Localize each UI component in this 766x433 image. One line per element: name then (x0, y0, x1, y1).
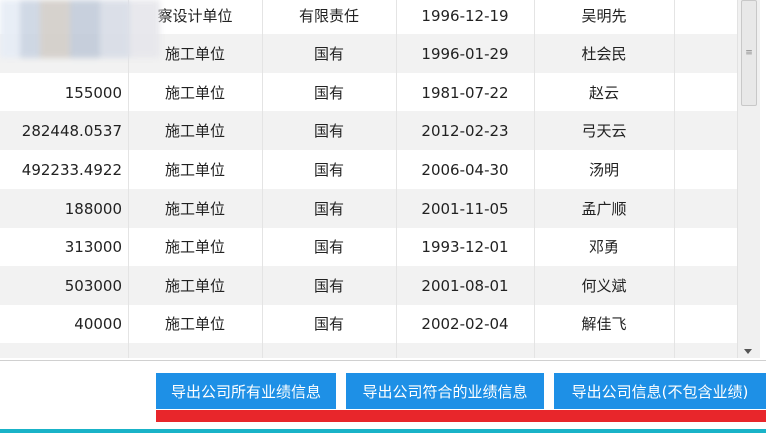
person-cell: 杜会民 (581, 45, 627, 63)
amount-cell: 188000 (64, 199, 122, 218)
unit-type-cell: 施工单位 (164, 277, 225, 295)
ownership-cell: 国有 (313, 277, 344, 295)
separator-line (0, 360, 766, 361)
person-cell: 赵云 (588, 84, 619, 102)
person-cell: 邓勇 (588, 238, 619, 256)
column-divider (674, 0, 675, 358)
unit-type-cell: 施工单位 (164, 315, 225, 333)
column-divider (534, 0, 535, 358)
vertical-scrollbar[interactable]: ≡ (737, 0, 760, 358)
column-divider (262, 0, 263, 358)
ownership-cell: 国有 (313, 315, 344, 333)
export-matching-performance-button[interactable]: 导出公司符合的业绩信息 (346, 373, 544, 409)
table-row[interactable]: 282448.0537 施工单位 国有 2012-02-23 弓天云 (0, 111, 737, 150)
table-row[interactable]: 492233.4922 施工单位 国有 2006-04-30 汤明 (0, 150, 737, 189)
person-cell: 弓天云 (581, 122, 627, 140)
export-company-info-button[interactable]: 导出公司信息(不包含业绩) (554, 373, 766, 409)
date-cell: 1981-07-22 (421, 83, 509, 102)
date-cell: 2001-11-05 (421, 199, 509, 218)
person-cell: 孟广顺 (581, 200, 627, 218)
amount-cell: 155000 (64, 83, 122, 102)
table-row[interactable]: 313000 施工单位 国有 1993-12-01 邓勇 (0, 227, 737, 266)
ownership-cell: 国有 (313, 122, 344, 140)
unit-type-cell: 施工单位 (164, 122, 225, 140)
person-cell: 解佳飞 (581, 315, 627, 333)
person-cell: 吴明先 (581, 7, 627, 25)
table-row[interactable] (0, 343, 737, 358)
person-cell: 何义斌 (581, 277, 627, 295)
unit-type-cell: 施工单位 (164, 161, 225, 179)
ownership-cell: 国有 (313, 238, 344, 256)
highlight-bar (156, 410, 766, 422)
date-cell: 2006-04-30 (421, 160, 509, 179)
table-row[interactable]: 503000 施工单位 国有 2001-08-01 何义斌 (0, 266, 737, 305)
export-all-performance-button[interactable]: 导出公司所有业绩信息 (156, 373, 336, 409)
table-row[interactable]: 155000 施工单位 国有 1981-07-22 赵云 (0, 73, 737, 112)
ownership-cell: 国有 (313, 200, 344, 218)
unit-type-cell: 施工单位 (164, 84, 225, 102)
date-cell: 2002-02-04 (421, 314, 509, 333)
ownership-cell: 国有 (313, 45, 344, 63)
amount-cell: 313000 (64, 237, 122, 256)
redacted-region (0, 0, 160, 58)
data-grid[interactable]: 察设计单位 有限责任 1996-12-19 吴明先 施工单位 国有 1996-0… (0, 0, 737, 358)
person-cell: 汤明 (588, 161, 619, 179)
table-row[interactable]: 188000 施工单位 国有 2001-11-05 孟广顺 (0, 189, 737, 228)
date-cell: 2001-08-01 (421, 276, 509, 295)
ownership-cell: 有限责任 (298, 7, 359, 25)
date-cell: 2012-02-23 (421, 121, 509, 140)
amount-cell: 40000 (74, 314, 122, 333)
bottom-accent-line (0, 429, 766, 433)
amount-cell: 282448.0537 (21, 121, 122, 140)
date-cell: 1996-12-19 (421, 6, 509, 25)
unit-type-cell: 施工单位 (164, 238, 225, 256)
unit-type-cell: 施工单位 (164, 200, 225, 218)
scrollbar-thumb[interactable]: ≡ (741, 0, 757, 106)
table-row[interactable]: 40000 施工单位 国有 2002-02-04 解佳飞 (0, 304, 737, 343)
date-cell: 1996-01-29 (421, 44, 509, 63)
amount-cell: 492233.4922 (21, 160, 122, 179)
scroll-down-arrow-icon[interactable] (744, 349, 752, 354)
amount-cell: 503000 (64, 276, 122, 295)
ownership-cell: 国有 (313, 84, 344, 102)
date-cell: 1993-12-01 (421, 237, 509, 256)
ownership-cell: 国有 (313, 161, 344, 179)
column-divider (396, 0, 397, 358)
